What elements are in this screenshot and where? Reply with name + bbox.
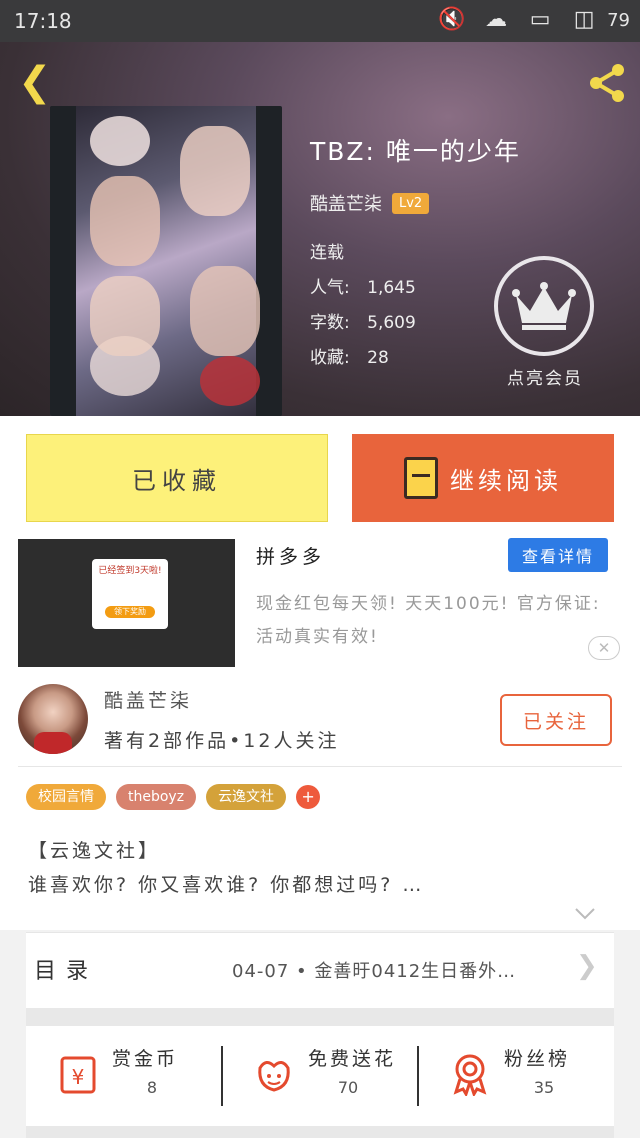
popularity-row: 人气: 1,645 (310, 271, 521, 306)
favorites-value: 28 (367, 348, 389, 368)
cover-face (90, 176, 160, 266)
ad-title: 拼多多 (256, 546, 326, 568)
word-count-row: 字数: 5,609 (310, 306, 521, 341)
reward-coins-label: 赏金币 (112, 1048, 179, 1070)
rotation-icon: ▭ (529, 7, 551, 32)
crown-icon (512, 282, 576, 330)
ad-details-button[interactable]: 查看详情 (508, 538, 608, 572)
ad-image-cta: 领下奖励 (105, 606, 155, 618)
status-bar: 17:18 🔇 ☁ ▭ ◫ 79 (0, 0, 640, 42)
tag-item[interactable]: theboyz (116, 784, 197, 810)
avatar[interactable] (18, 684, 88, 754)
divider (221, 1046, 223, 1106)
book-title: TBZ: 唯一的少年 (310, 137, 521, 166)
flower-icon (252, 1052, 296, 1096)
ad-description: 现金红包每天领! 天天100元! 官方保证: 活动真实有效! (256, 594, 601, 647)
tag-item[interactable]: 校园言情 (26, 784, 106, 810)
back-icon[interactable]: ❮ (18, 60, 58, 104)
cover-flower (200, 356, 260, 406)
level-badge: Lv2 (392, 192, 430, 214)
fan-ranking[interactable]: 粉丝榜 35 (418, 1026, 614, 1126)
favorites-label: 收藏: (310, 348, 350, 368)
book-author-row: 酷盖芒柒 Lv2 (310, 190, 521, 216)
popularity-value: 1,645 (367, 278, 416, 298)
book-cover[interactable] (50, 106, 282, 416)
continue-reading-button[interactable]: 继续阅读 (352, 434, 614, 522)
section-gap (26, 1126, 614, 1138)
latest-chapter: 04-07 • 金善旴0412生日番外… (232, 961, 517, 982)
author-section: 酷盖芒柒 著有2部作品•12人关注 已关注 (0, 676, 640, 766)
send-flowers-label: 免费送花 (308, 1048, 397, 1070)
flower-graphic (258, 1061, 290, 1092)
tag-list: 校园言情 theboyz 云逸文社 + (26, 784, 321, 810)
fan-ranking-value: 35 (533, 1078, 555, 1097)
tag-item[interactable]: 云逸文社 (206, 784, 287, 810)
book-status: 连载 (310, 243, 344, 263)
cover-flower (90, 116, 150, 166)
cover-face (180, 126, 250, 216)
word-count-label: 字数: (310, 313, 350, 333)
divider (18, 766, 622, 767)
intro-section: 校园言情 theboyz 云逸文社 + 【云逸文社】 谁喜欢你? 你又喜欢谁? … (0, 766, 640, 930)
reward-coins-value: 8 (146, 1078, 158, 1097)
medal-graphic (453, 1054, 487, 1098)
popularity-label: 人气: (310, 278, 350, 298)
intro-heading: 【云逸文社】 (28, 840, 161, 862)
table-of-contents-row[interactable]: 目录 04-07 • 金善旴0412生日番外… ❯ (26, 932, 614, 1008)
word-count-value: 5,609 (367, 313, 416, 333)
toc-label: 目录 (34, 959, 99, 984)
cover-face (190, 266, 260, 356)
chevron-right-icon: ❯ (576, 951, 598, 981)
cover-face (90, 276, 160, 356)
vip-label[interactable]: 点亮会员 (490, 364, 600, 389)
ad-image-card: 已经签到3天啦! 领下奖励 (92, 559, 168, 629)
section-gap (26, 1008, 614, 1026)
share-icon-graphic (590, 64, 624, 102)
sleep-icon: ☁ (485, 7, 508, 32)
reward-coins[interactable]: ¥ 赏金币 8 (26, 1026, 222, 1126)
follow-button[interactable]: 已关注 (500, 694, 612, 746)
status-icons: 🔇 ☁ ▭ ◫ 79 (437, 6, 630, 34)
share-icon[interactable] (584, 60, 630, 106)
book-author[interactable]: 酷盖芒柒 (310, 190, 382, 216)
svg-text:¥: ¥ (72, 1065, 85, 1089)
chevron-down-graphic (575, 908, 595, 920)
fan-ranking-label: 粉丝榜 (504, 1048, 571, 1070)
battery-icon: ◫ (573, 7, 595, 32)
send-flowers-value: 70 (337, 1078, 359, 1097)
medal-icon (448, 1052, 492, 1098)
status-time: 17:18 (14, 9, 72, 33)
ad-image-text: 已经签到3天啦! (98, 566, 162, 576)
coin-bag-graphic: ¥ (60, 1056, 96, 1094)
author-stats: 著有2部作品•12人关注 (104, 730, 340, 752)
ad-close-icon[interactable]: ✕ (588, 636, 620, 660)
battery-level: 79 (607, 9, 630, 31)
cover-film-strip-left (50, 106, 76, 416)
divider (417, 1046, 419, 1106)
coin-bag-icon: ¥ (56, 1052, 100, 1096)
send-flowers[interactable]: 免费送花 70 (222, 1026, 418, 1126)
continue-reading-label: 继续阅读 (450, 466, 562, 495)
book-info: TBZ: 唯一的少年 酷盖芒柒 Lv2 连载 人气: 1,645 字数: 5,6… (310, 132, 521, 376)
author-name[interactable]: 酷盖芒柒 (104, 686, 192, 713)
ad-banner[interactable]: 已经签到3天啦! 领下奖励 拼多多 查看详情 现金红包每天领! 天天100元! … (0, 536, 640, 676)
favorite-button[interactable]: 已收藏 (26, 434, 328, 522)
add-tag-icon[interactable]: + (296, 785, 321, 809)
book-icon (404, 457, 438, 499)
chevron-down-icon[interactable] (574, 906, 596, 925)
cover-film-strip-right (256, 106, 282, 416)
mute-icon: 🔇 (438, 7, 466, 32)
ad-image[interactable]: 已经签到3天啦! 领下奖励 (18, 539, 235, 667)
reward-stats: ¥ 赏金币 8 免费送花 70 粉丝榜 35 (26, 1026, 614, 1126)
intro-text[interactable]: 谁喜欢你? 你又喜欢谁? 你都想过吗? … (28, 870, 424, 897)
vip-crown-button[interactable] (494, 256, 594, 356)
action-bar: 已收藏 继续阅读 (0, 416, 640, 536)
book-header: ❮ TBZ: 唯一的少年 酷盖芒柒 Lv2 连载 人气: 1,645 字数: 5… (0, 42, 640, 416)
